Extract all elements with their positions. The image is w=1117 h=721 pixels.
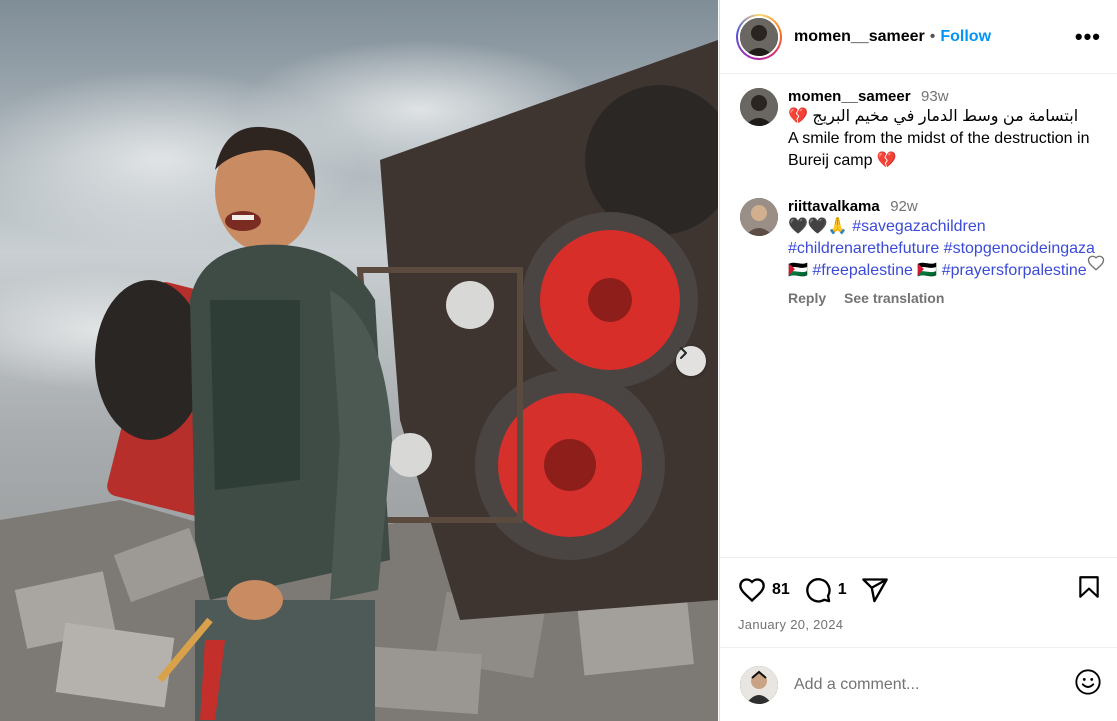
author-avatar[interactable]: [736, 13, 782, 60]
save-button[interactable]: [1076, 574, 1102, 605]
post-photo[interactable]: [0, 0, 718, 721]
comment-item: riittavalkama 92w 🖤🖤🙏 #savegazachildren …: [740, 198, 1105, 306]
post-header: momen__sameer • Follow •••: [720, 0, 1117, 74]
header-separator: •: [929, 27, 936, 45]
hashtag-link[interactable]: #freepalestine: [812, 262, 913, 279]
caption-time[interactable]: 93w: [921, 88, 949, 105]
add-comment-input[interactable]: [794, 675, 1074, 694]
caption: momen__sameer 93w ابتسامة من وسط الدمار …: [740, 88, 1101, 172]
comments-count[interactable]: 1: [838, 581, 847, 599]
comment-time[interactable]: 92w: [890, 198, 918, 215]
comment-like-button[interactable]: [1087, 254, 1105, 277]
more-icon[interactable]: •••: [1075, 25, 1101, 48]
comment-icon: [805, 577, 831, 603]
comment-text: 🖤🖤🙏 #savegazachildren #childrenarethefut…: [788, 216, 1101, 282]
emoji-icon: [1075, 669, 1101, 695]
post-date[interactable]: January 20, 2024: [738, 617, 1102, 632]
commenter-username[interactable]: riittavalkama: [788, 198, 880, 215]
comment-emojis: 🖤🖤🙏: [788, 218, 848, 235]
caption-english-text: A smile from the midst of the destructio…: [788, 130, 1090, 169]
hashtag-link[interactable]: #savegazachildren: [852, 218, 985, 235]
caption-arabic-text: ابتسامة من وسط الدمار في مخيم البريج 💔: [788, 108, 1079, 125]
comment-actions: Reply See translation: [788, 290, 1101, 306]
comments-list: momen__sameer 93w ابتسامة من وسط الدمار …: [720, 74, 1117, 558]
share-button[interactable]: [861, 576, 889, 604]
see-translation-button[interactable]: See translation: [844, 290, 944, 306]
share-icon: [861, 577, 888, 602]
like-button[interactable]: [738, 576, 766, 604]
caption-avatar[interactable]: [740, 88, 778, 126]
chevron-right-icon: [680, 347, 687, 359]
heart-icon: [739, 577, 765, 602]
likes-count[interactable]: 81: [772, 581, 790, 599]
author-username[interactable]: momen__sameer: [794, 28, 925, 46]
commenter-avatar-image: [740, 198, 778, 236]
photo-illustration: [0, 0, 718, 721]
current-user-avatar: [740, 665, 778, 704]
commenter-avatar[interactable]: [740, 198, 778, 236]
next-photo-button[interactable]: [676, 346, 706, 376]
caption-username[interactable]: momen__sameer: [788, 88, 911, 105]
author-avatar-image: [740, 88, 778, 126]
current-user-avatar-image: [740, 665, 778, 704]
author-avatar-image: [740, 17, 778, 56]
add-comment-bar: [720, 647, 1117, 721]
hashtag-link[interactable]: #prayersforpalestine: [942, 262, 1087, 279]
post-actions: 81 1 January 20, 2024: [720, 557, 1117, 632]
hashtag-link[interactable]: #childrenarethefuture: [788, 240, 939, 257]
bookmark-icon: [1079, 576, 1099, 598]
reply-button[interactable]: Reply: [788, 290, 826, 306]
emoji-button[interactable]: [1074, 668, 1102, 701]
comment-button[interactable]: [804, 576, 832, 604]
follow-button[interactable]: Follow: [940, 28, 991, 46]
flag-emoji: 🇵🇸: [917, 262, 938, 279]
post-side-panel: momen__sameer • Follow ••• momen__sameer…: [719, 0, 1117, 721]
heart-icon: [1087, 255, 1105, 271]
